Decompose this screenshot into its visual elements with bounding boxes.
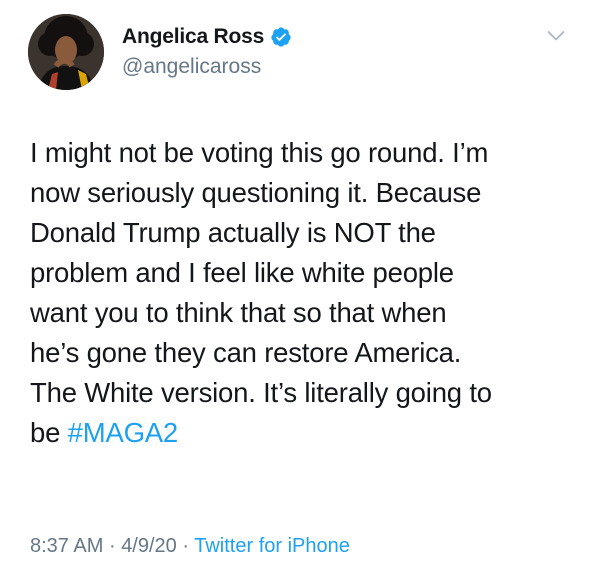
tweet-text-line: I might not be voting this go round. I’m xyxy=(30,137,489,168)
tweet-text-line: now seriously questioning it. Because xyxy=(30,177,482,208)
tweet-text-line: problem and I feel like white people xyxy=(30,257,454,288)
tweet-time[interactable]: 8:37 AM xyxy=(30,535,103,557)
tweet-text: I might not be voting this go round. I’m… xyxy=(30,133,575,453)
tweet-text-line: Donald Trump actually is NOT the xyxy=(30,217,436,248)
tweet-metadata: 8:37 AM · 4/9/20 · Twitter for iPhone xyxy=(30,535,350,558)
tweet-date[interactable]: 4/9/20 xyxy=(121,535,177,557)
tweet-card: Angelica Ross @angelicaross I might not … xyxy=(0,0,595,578)
meta-separator: · xyxy=(108,535,116,557)
tweet-text-line: want you to think that so that when xyxy=(30,297,447,328)
profile-photo-icon xyxy=(28,14,104,90)
avatar[interactable] xyxy=(28,14,104,90)
hashtag-link[interactable]: #MAGA2 xyxy=(68,417,179,448)
chevron-down-icon xyxy=(547,31,565,41)
display-name[interactable]: Angelica Ross xyxy=(122,25,264,49)
tweet-text-prefix: be xyxy=(30,417,68,448)
verified-badge-icon xyxy=(271,27,291,47)
author-name-row: Angelica Ross xyxy=(122,25,292,49)
tweet-text-line: The White version. It’s literally going … xyxy=(30,377,492,408)
tweet-text-line: he’s gone they can restore America. xyxy=(30,337,462,368)
author-handle[interactable]: @angelicaross xyxy=(122,55,261,79)
tweet-source-link[interactable]: Twitter for iPhone xyxy=(194,535,350,557)
tweet-menu-button[interactable] xyxy=(547,30,565,42)
meta-separator: · xyxy=(182,535,190,557)
tweet-text-last-line: be #MAGA2 xyxy=(30,413,575,453)
